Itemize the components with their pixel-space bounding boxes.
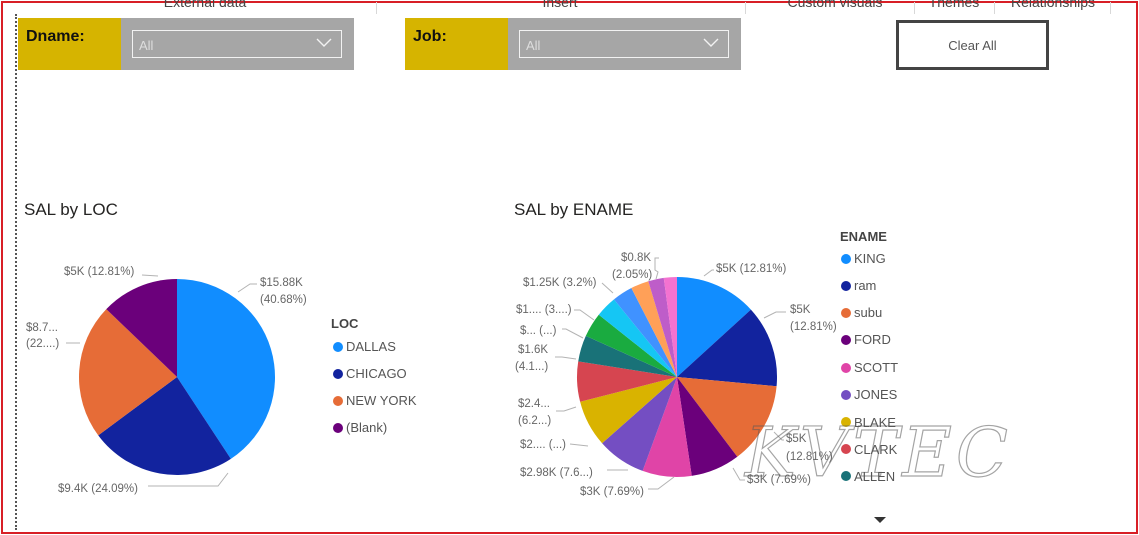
- loc-legend: DALLAS CHICAGO NEW YORK (Blank): [333, 339, 417, 435]
- leader-line: [601, 282, 614, 294]
- loc-legend-title: LOC: [331, 316, 359, 331]
- data-label-slice-10: $... (...): [520, 325, 557, 337]
- watermark-logo: KVTEC: [744, 413, 1012, 493]
- leader-line: [562, 328, 584, 339]
- data-label-scott: $3K (7.69%): [580, 486, 644, 498]
- legend-item-dallas[interactable]: DALLAS: [333, 339, 396, 354]
- legend-item-subu[interactable]: subu: [841, 305, 882, 320]
- legend-marker: [841, 363, 851, 373]
- data-label-blank: $5K (12.81%): [64, 266, 134, 278]
- legend-marker: [841, 308, 851, 318]
- leader-line: [555, 356, 577, 360]
- data-label-new-york: $8.7...: [26, 322, 58, 334]
- data-label-ram: $5K: [790, 304, 811, 316]
- legend-label: ram: [854, 278, 876, 293]
- ename-legend-title: ENAME: [840, 229, 887, 244]
- data-label-ram-pct: (12.81%): [790, 321, 837, 333]
- legend-label: DALLAS: [346, 339, 396, 354]
- legend-label: CHICAGO: [346, 366, 407, 381]
- legend-item-chicago[interactable]: CHICAGO: [333, 366, 407, 381]
- legend-label: NEW YORK: [346, 393, 417, 408]
- legend-marker: [841, 254, 851, 264]
- legend-label: KING: [854, 251, 886, 266]
- data-label-blake: $2.... (...): [520, 439, 566, 451]
- legend-scroll-down-icon[interactable]: [874, 517, 886, 523]
- legend-marker: [841, 335, 851, 345]
- data-label-clark: $2.4...: [518, 398, 550, 410]
- legend-marker: [333, 369, 343, 379]
- leader-line: [569, 443, 589, 447]
- data-label-allen: $1.6K: [518, 344, 548, 356]
- data-label-dallas: $15.88K: [260, 277, 303, 289]
- legend-marker: [841, 390, 851, 400]
- data-label-clark-pct: (6.2...): [518, 415, 551, 427]
- leader-line: [148, 472, 229, 487]
- data-label-chicago: $9.4K (24.09%): [58, 483, 138, 495]
- data-label-slice-15-pct: (2.05%): [612, 269, 652, 281]
- legend-marker: [333, 423, 343, 433]
- leader-line: [654, 257, 659, 280]
- leader-line: [648, 476, 675, 490]
- legend-marker: [841, 281, 851, 291]
- data-label-slice-12: $1.25K (3.2%): [523, 277, 597, 289]
- legend-item-ram[interactable]: ram: [841, 278, 876, 293]
- legend-label: SCOTT: [854, 360, 898, 375]
- legend-item-scott[interactable]: SCOTT: [841, 360, 898, 375]
- leader-line: [556, 406, 577, 412]
- leader-line: [703, 269, 714, 277]
- legend-label: FORD: [854, 332, 891, 347]
- leader-line: [732, 467, 745, 481]
- leader-line: [141, 274, 159, 277]
- leader-line: [574, 309, 595, 321]
- legend-item-king[interactable]: KING: [841, 251, 886, 266]
- data-label-dallas-pct: (40.68%): [260, 294, 307, 306]
- legend-item-blank[interactable]: (Blank): [333, 420, 387, 435]
- data-label-slice-15: $0.8K: [621, 252, 651, 264]
- legend-item-jones[interactable]: JONES: [841, 387, 898, 402]
- legend-item-new-york[interactable]: NEW YORK: [333, 393, 417, 408]
- leader-line: [763, 311, 786, 319]
- leader-line: [237, 283, 257, 293]
- data-label-allen-pct: (4.1...): [515, 361, 548, 373]
- loc-pie-chart[interactable]: [79, 279, 275, 475]
- legend-item-ford[interactable]: FORD: [841, 332, 891, 347]
- legend-marker: [333, 396, 343, 406]
- legend-label: subu: [854, 305, 882, 320]
- legend-label: JONES: [854, 387, 898, 402]
- data-label-king: $5K (12.81%): [716, 263, 786, 275]
- data-label-new-york-pct: (22....): [26, 338, 59, 350]
- data-label-jones: $2.98K (7.6...): [520, 467, 593, 479]
- legend-marker: [333, 342, 343, 352]
- data-label-slice-11: $1.... (3....): [516, 304, 572, 316]
- legend-label: (Blank): [346, 420, 387, 435]
